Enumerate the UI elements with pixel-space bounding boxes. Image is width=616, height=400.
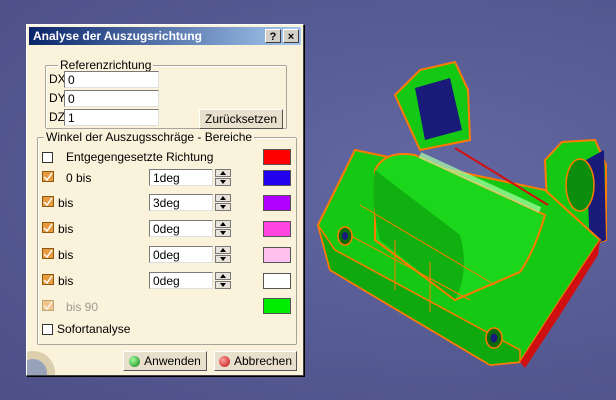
close-button[interactable]: × [283,29,299,43]
cancel-icon [218,356,230,367]
range-2-input[interactable] [149,194,213,211]
apply-icon [129,356,141,367]
opposite-color-swatch[interactable] [263,149,291,165]
dz-label: DZ [49,110,65,124]
apply-button[interactable]: Anwenden [123,351,207,371]
dx-input[interactable] [64,71,159,88]
opposite-direction-checkbox[interactable] [42,152,53,163]
range-5-color-swatch[interactable] [263,273,291,289]
range-last-label: bis 90 [66,300,99,314]
range-3-input[interactable] [149,220,213,237]
range-3-color-swatch[interactable] [263,221,291,237]
range-4-color-swatch[interactable] [263,247,291,263]
range-4-checkbox-icon[interactable] [42,248,54,259]
dy-input[interactable] [64,90,159,107]
range-2-checkbox-icon[interactable] [42,196,54,207]
range-4-input[interactable] [149,246,213,263]
dialog-title: Analyse der Auszugsrichtung [33,29,202,43]
draft-angle-ranges-legend: Winkel der Auszugsschräge - Bereiche [44,130,255,144]
range-4-label: bis [58,248,74,262]
reference-direction-legend: Referenzrichtung [58,58,154,72]
range-5-label: bis [58,274,74,288]
apply-label: Anwenden [144,354,201,368]
range-1-color-swatch[interactable] [263,170,291,186]
range-2-label: bis [58,196,74,210]
range-3-checkbox-icon[interactable] [42,222,54,233]
range-1-input[interactable] [149,169,213,186]
range-3-label: bis [58,222,74,236]
range-2-spinner[interactable] [215,194,231,212]
dz-input[interactable] [64,109,159,126]
opposite-direction-label: Entgegengesetzte Richtung [66,150,214,164]
range-1-label: 0 bis [66,171,92,185]
range-last-color-swatch[interactable] [263,298,291,314]
range-2-color-swatch[interactable] [263,195,291,211]
dialog-titlebar[interactable]: Analyse der Auszugsrichtung ? × [29,27,301,45]
cancel-button[interactable]: Abbrechen [214,351,297,371]
range-4-spinner[interactable] [215,246,231,264]
instant-analysis-label: Sofortanalyse [57,322,131,336]
help-button[interactable]: ? [265,29,281,43]
range-last-checkbox-icon [42,300,54,311]
earth-logo-icon [27,351,55,375]
range-1-checkbox-icon[interactable] [42,171,54,182]
range-5-checkbox-icon[interactable] [42,274,54,285]
cancel-label: Abbrechen [233,354,293,368]
instant-analysis-checkbox[interactable] [42,324,53,335]
reset-button[interactable]: Zurücksetzen [199,109,283,129]
range-5-input[interactable] [149,272,213,289]
draft-analysis-dialog: Analyse der Auszugsrichtung ? × Referenz… [26,24,304,376]
range-3-spinner[interactable] [215,220,231,238]
range-5-spinner[interactable] [215,272,231,290]
range-1-spinner[interactable] [215,169,231,187]
